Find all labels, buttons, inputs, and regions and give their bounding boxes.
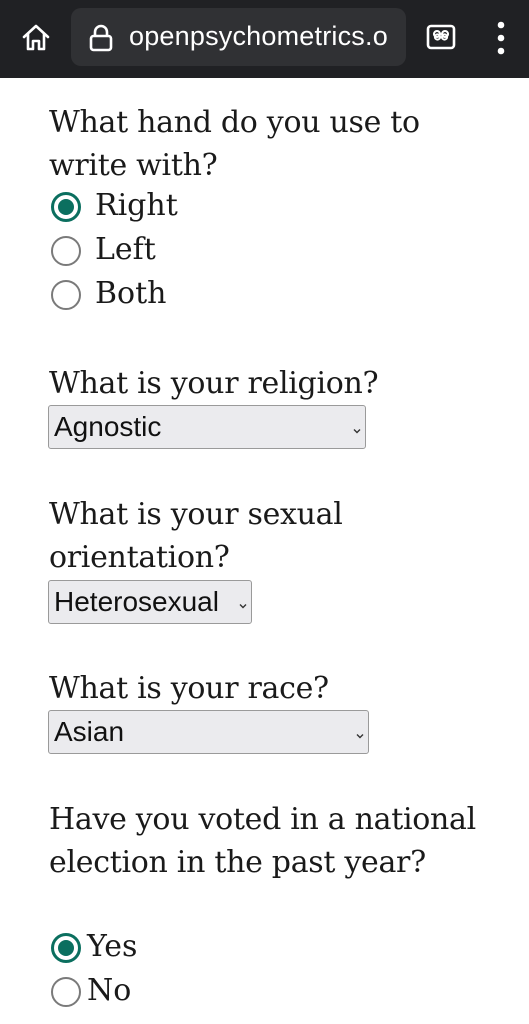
question-voted: Have you voted in a national election in… xyxy=(49,802,476,880)
race-select[interactable]: Asian xyxy=(48,710,369,754)
address-bar[interactable]: openpsychometrics.o xyxy=(71,8,406,66)
select-value: Heterosexual xyxy=(54,586,219,617)
radio-option-right[interactable]: Right xyxy=(49,188,249,230)
radio-button-selected[interactable] xyxy=(51,933,81,963)
option-label: Both xyxy=(95,276,167,311)
question-race: What is your race? xyxy=(49,671,329,706)
question-sexual-orientation: What is your sexual orientation? xyxy=(49,497,343,575)
chevron-down-icon xyxy=(238,596,248,609)
more-vert-icon[interactable] xyxy=(494,20,508,56)
lock-icon xyxy=(89,24,113,52)
orientation-select[interactable]: Heterosexual xyxy=(48,580,252,624)
home-icon[interactable] xyxy=(20,22,52,54)
url-text: openpsychometrics.o xyxy=(129,21,388,51)
religion-select[interactable]: Agnostic xyxy=(48,405,366,449)
radio-option-yes[interactable]: Yes xyxy=(49,929,249,971)
radio-option-both[interactable]: Both xyxy=(49,276,249,318)
option-label: No xyxy=(87,973,132,1008)
radio-button[interactable] xyxy=(51,236,81,266)
radio-button-selected[interactable] xyxy=(51,192,81,222)
option-label: Yes xyxy=(87,929,138,964)
option-label: Left xyxy=(95,232,156,267)
option-label: Right xyxy=(95,188,178,223)
select-value: Agnostic xyxy=(54,411,162,442)
radio-button[interactable] xyxy=(51,280,81,310)
question-hand: What hand do you use to write with? xyxy=(49,105,420,183)
select-value: Asian xyxy=(54,716,125,747)
chevron-down-icon xyxy=(355,726,365,739)
browser-toolbar: openpsychometrics.o xyxy=(0,0,529,78)
radio-option-no[interactable]: No xyxy=(49,973,249,1015)
radio-option-left[interactable]: Left xyxy=(49,232,249,274)
radio-button[interactable] xyxy=(51,977,81,1007)
question-religion: What is your religion? xyxy=(49,366,379,401)
chevron-down-icon xyxy=(352,421,362,434)
tab-switcher-icon[interactable] xyxy=(426,24,456,50)
